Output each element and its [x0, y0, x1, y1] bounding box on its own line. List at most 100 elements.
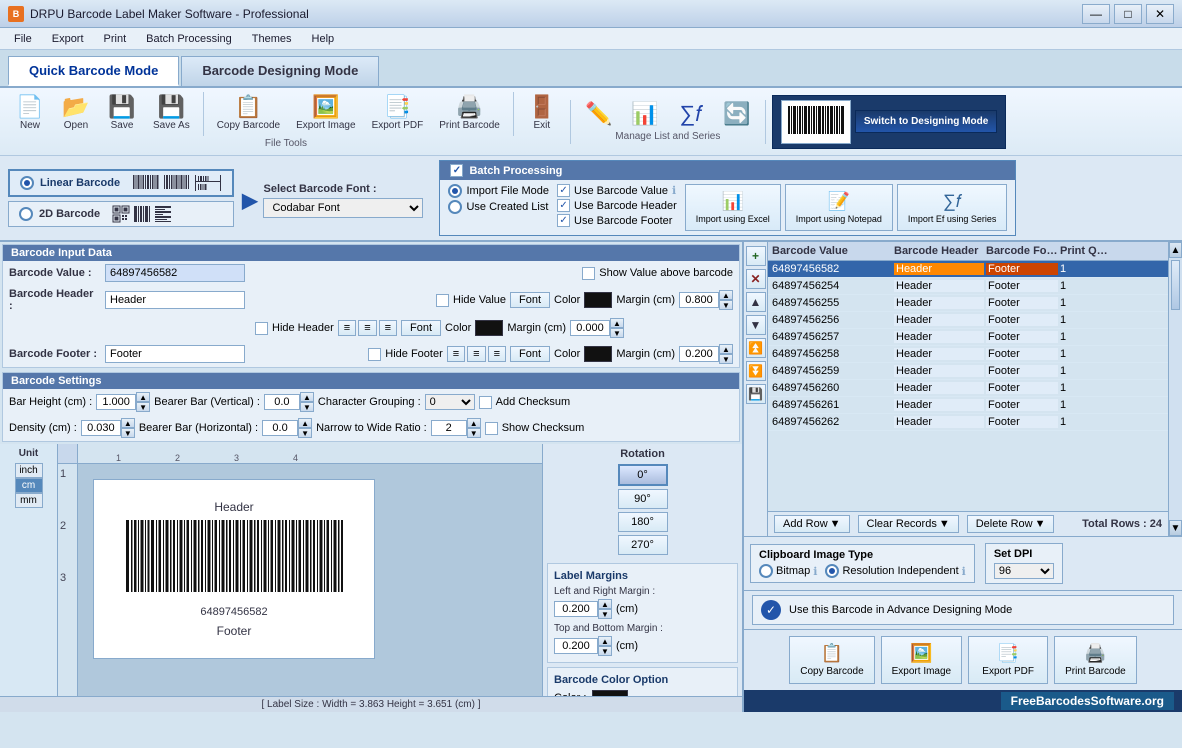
barcode-value-input[interactable]	[105, 264, 245, 282]
table-export-button[interactable]: 💾	[746, 384, 766, 404]
menu-help[interactable]: Help	[302, 31, 345, 47]
save-as-button[interactable]: 💾 Save As	[146, 92, 197, 136]
rotation-180-button[interactable]: 180°	[618, 512, 668, 532]
advance-design-button[interactable]: ✓ Use this Barcode in Advance Designing …	[752, 595, 1174, 625]
table-row[interactable]: 64897456582 Header Footer 1	[768, 261, 1168, 278]
rotation-0-button[interactable]: 0°	[618, 464, 668, 486]
save-button[interactable]: 💾 Save	[100, 92, 144, 136]
import-file-radio[interactable]	[448, 184, 462, 198]
manage-btn-2[interactable]: 📊	[623, 99, 667, 129]
new-button[interactable]: 📄 New	[8, 92, 52, 136]
table-bottom-button[interactable]: ⏬	[746, 361, 766, 381]
bar-height-input[interactable]	[96, 394, 136, 410]
table-down-button[interactable]: ▼	[746, 315, 766, 335]
barcode-value-help-icon[interactable]: ℹ	[672, 184, 676, 197]
use-barcode-value-checkbox[interactable]	[557, 184, 570, 197]
clear-records-button[interactable]: Clear Records ▼	[858, 515, 959, 533]
use-barcode-header-checkbox[interactable]	[557, 199, 570, 212]
show-value-checkbox[interactable]	[582, 267, 595, 280]
table-row[interactable]: 64897456258 Header Footer 1	[768, 346, 1168, 363]
copy-barcode-bottom-button[interactable]: 📋 Copy Barcode	[789, 636, 874, 684]
table-up-button[interactable]: ▲	[746, 292, 766, 312]
char-grouping-select[interactable]: 0	[425, 394, 475, 410]
2d-barcode-radio[interactable]	[19, 207, 33, 221]
table-row[interactable]: 64897456262 Header Footer 1	[768, 414, 1168, 431]
linear-barcode-radio[interactable]	[20, 176, 34, 190]
header-margin-down[interactable]: ▼	[719, 300, 733, 310]
tab-barcode-designing[interactable]: Barcode Designing Mode	[181, 56, 379, 86]
bearer-bar-v-down[interactable]: ▼	[300, 402, 314, 412]
print-barcode-bottom-button[interactable]: 🖨️ Print Barcode	[1054, 636, 1137, 684]
header-color-swatch[interactable]	[584, 292, 612, 308]
header-color-swatch2[interactable]	[475, 320, 503, 336]
batch-processing-checkbox[interactable]	[450, 164, 463, 177]
footer-font-btn[interactable]: Font	[510, 346, 550, 362]
footer-align-center[interactable]: ≡	[467, 346, 485, 362]
align-center-btn[interactable]: ≡	[358, 320, 376, 336]
footer-margin-up[interactable]: ▲	[719, 344, 733, 354]
scroll-down-button[interactable]: ▼	[1169, 520, 1182, 536]
menu-file[interactable]: File	[4, 31, 42, 47]
footer-align-left[interactable]: ≡	[447, 346, 465, 362]
lr-margin-down[interactable]: ▼	[598, 609, 612, 619]
copy-barcode-button[interactable]: 📋 Copy Barcode	[210, 92, 287, 136]
barcode-header-input[interactable]	[105, 291, 245, 309]
use-barcode-footer-checkbox[interactable]	[557, 214, 570, 227]
import-series-button[interactable]: ∑𝑓 Import Ef using Series	[897, 184, 1008, 231]
barcode-footer-input[interactable]	[105, 345, 245, 363]
cm-unit-button[interactable]: cm	[15, 478, 43, 493]
minimize-button[interactable]: —	[1082, 4, 1110, 24]
table-add-button[interactable]: +	[746, 246, 766, 266]
density-down[interactable]: ▼	[121, 428, 135, 438]
export-image-bottom-button[interactable]: 🖼️ Export Image	[881, 636, 962, 684]
use-created-list-radio[interactable]	[448, 200, 462, 214]
bearer-bar-v-input[interactable]	[264, 394, 300, 410]
scroll-thumb[interactable]	[1171, 260, 1180, 310]
table-row[interactable]: 64897456255 Header Footer 1	[768, 295, 1168, 312]
table-row[interactable]: 64897456256 Header Footer 1	[768, 312, 1168, 329]
density-input[interactable]	[81, 420, 121, 436]
add-row-button[interactable]: Add Row ▼	[774, 515, 850, 533]
import-excel-button[interactable]: 📊 Import using Excel	[685, 184, 781, 231]
manage-btn-4[interactable]: 🔄	[715, 99, 759, 129]
menu-themes[interactable]: Themes	[242, 31, 302, 47]
align-right-btn[interactable]: ≡	[379, 320, 397, 336]
scroll-up-button[interactable]: ▲	[1169, 242, 1182, 258]
bearer-bar-h-up[interactable]: ▲	[298, 418, 312, 428]
footer-margin-input[interactable]	[679, 346, 719, 362]
export-pdf-button[interactable]: 📑 Export PDF	[365, 92, 431, 136]
rotation-270-button[interactable]: 270°	[618, 535, 668, 555]
narrow-wide-input[interactable]	[431, 420, 467, 436]
maximize-button[interactable]: □	[1114, 4, 1142, 24]
bar-height-down[interactable]: ▼	[136, 402, 150, 412]
header-margin-up[interactable]: ▲	[719, 290, 733, 300]
hide-value-checkbox[interactable]	[436, 294, 449, 307]
switch-designing-mode-button[interactable]: Switch to Designing Mode	[855, 110, 997, 133]
resolution-radio[interactable]	[825, 564, 839, 578]
linear-barcode-option[interactable]: Linear Barcode	[8, 169, 234, 197]
bearer-bar-h-input[interactable]	[262, 420, 298, 436]
density-up[interactable]: ▲	[121, 418, 135, 428]
2d-barcode-option[interactable]: 2D Barcode	[8, 201, 234, 227]
open-button[interactable]: 📂 Open	[54, 92, 98, 136]
table-row[interactable]: 64897456257 Header Footer 1	[768, 329, 1168, 346]
bar-height-up[interactable]: ▲	[136, 392, 150, 402]
resolution-help-icon[interactable]: ℹ	[962, 565, 966, 578]
footer-align-right[interactable]: ≡	[488, 346, 506, 362]
menu-batch-processing[interactable]: Batch Processing	[136, 31, 242, 47]
rotation-90-button[interactable]: 90°	[618, 489, 668, 509]
bearer-bar-v-up[interactable]: ▲	[300, 392, 314, 402]
bitmap-radio[interactable]	[759, 564, 773, 578]
tb-margin-input[interactable]	[554, 638, 598, 654]
close-button[interactable]: ✕	[1146, 4, 1174, 24]
bearer-bar-h-down[interactable]: ▼	[298, 428, 312, 438]
add-checksum-checkbox[interactable]	[479, 396, 492, 409]
header-margin-input[interactable]	[679, 292, 719, 308]
header-margin-input2[interactable]	[570, 320, 610, 336]
export-pdf-bottom-button[interactable]: 📑 Export PDF	[968, 636, 1048, 684]
menu-print[interactable]: Print	[94, 31, 137, 47]
table-row[interactable]: 64897456261 Header Footer 1	[768, 397, 1168, 414]
delete-row-button[interactable]: Delete Row ▼	[967, 515, 1055, 533]
export-image-button[interactable]: 🖼️ Export Image	[289, 92, 362, 136]
hide-footer-checkbox[interactable]	[368, 348, 381, 361]
